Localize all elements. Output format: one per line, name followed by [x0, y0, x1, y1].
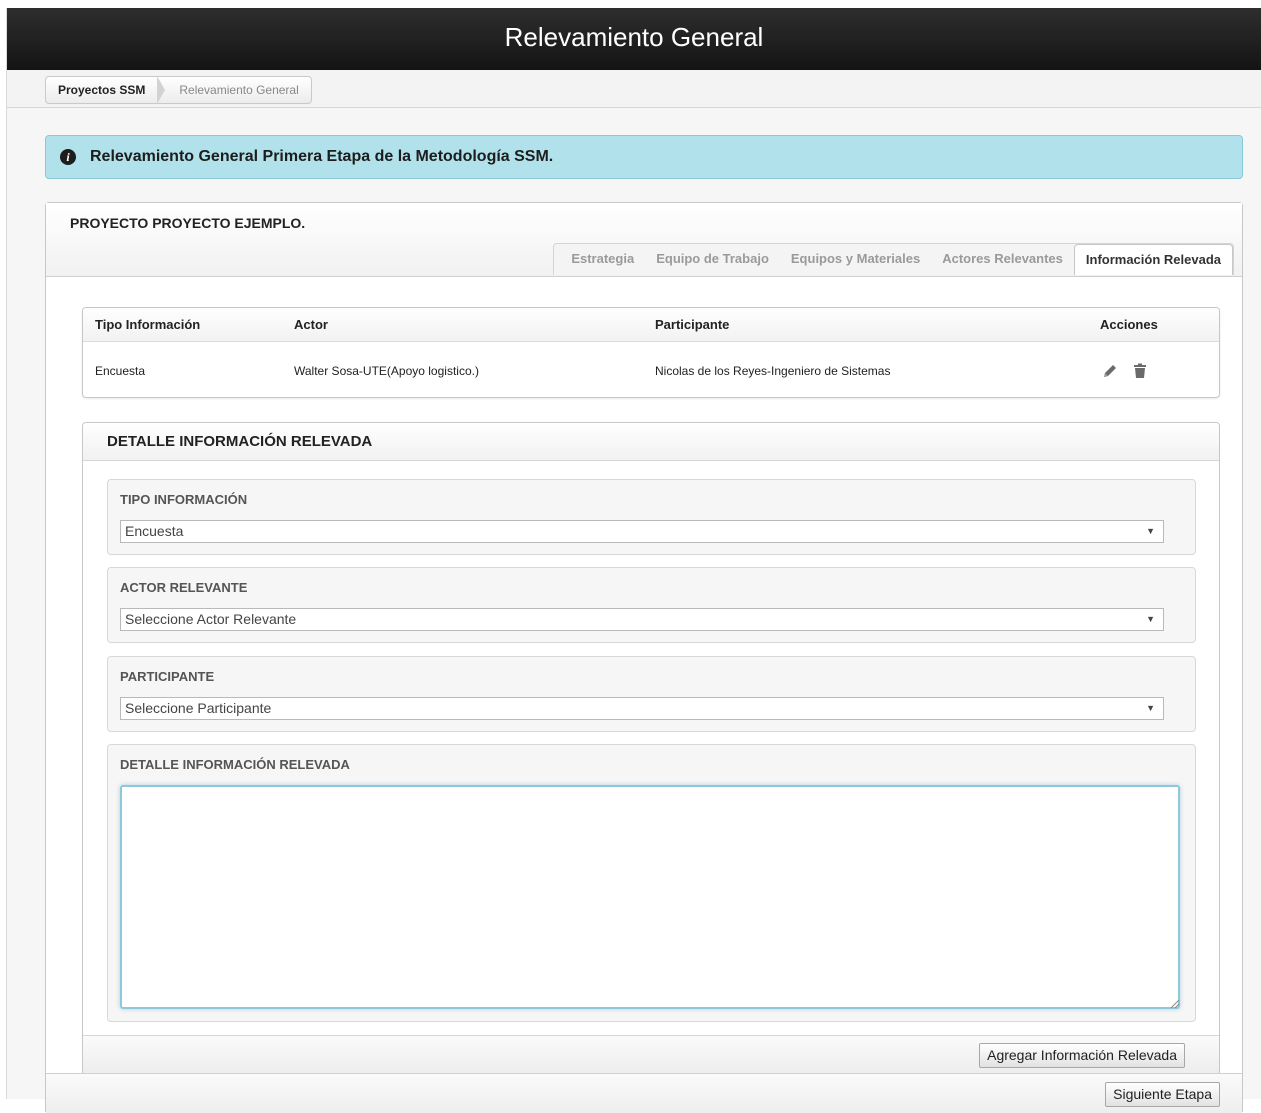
fieldset-tipo-informacion: TIPO INFORMACIÓN Encuesta ▼ [107, 479, 1196, 555]
actor-relevante-label: ACTOR RELEVANTE [120, 580, 248, 595]
breadcrumb: Proyectos SSM Relevamiento General [45, 76, 312, 104]
resize-grip-icon[interactable] [1170, 999, 1180, 1009]
tab-bar: Estrategia Equipo de Trabajo Equipos y M… [553, 243, 1234, 275]
tipo-informacion-label: TIPO INFORMACIÓN [120, 492, 248, 507]
breadcrumb-item-relevamiento: Relevamiento General [179, 83, 299, 97]
tab-informacion-relevada[interactable]: Información Relevada [1073, 244, 1233, 275]
tab-estrategia[interactable]: Estrategia [560, 244, 645, 275]
detalle-label: DETALLE INFORMACIÓN RELEVADA [120, 757, 350, 772]
participante-value: Seleccione Participante [125, 700, 272, 716]
cell-acciones [1101, 342, 1149, 397]
tipo-informacion-value: Encuesta [125, 523, 184, 539]
dropdown-arrow-icon: ▼ [1146, 526, 1155, 536]
fieldset-detalle: DETALLE INFORMACIÓN RELEVADA [107, 744, 1196, 1022]
detail-footer: Agregar Información Relevada [83, 1035, 1219, 1077]
cell-participante: Nicolas de los Reyes-Ingeniero de Sistem… [655, 364, 891, 378]
dropdown-arrow-icon: ▼ [1146, 614, 1155, 624]
info-table: Tipo Información Actor Participante Acci… [82, 307, 1220, 398]
project-footer: Siguiente Etapa [46, 1073, 1242, 1113]
detalle-textarea[interactable] [120, 785, 1180, 1009]
project-panel: PROYECTO PROYECTO EJEMPLO. Estrategia Eq… [45, 202, 1243, 1113]
pencil-icon[interactable] [1101, 362, 1119, 380]
column-header-tipo: Tipo Información [95, 317, 201, 332]
actor-relevante-select[interactable]: Seleccione Actor Relevante ▼ [120, 608, 1164, 631]
breadcrumb-bar: Proyectos SSM Relevamiento General [7, 70, 1261, 108]
table-header-row: Tipo Información Actor Participante Acci… [83, 308, 1219, 342]
info-circle-icon: i [60, 149, 76, 165]
table-row: Encuesta Walter Sosa-UTE(Apoyo logistico… [83, 342, 1219, 397]
project-title: PROYECTO PROYECTO EJEMPLO. [70, 215, 306, 231]
trash-icon[interactable] [1131, 362, 1149, 380]
actor-relevante-value: Seleccione Actor Relevante [125, 611, 297, 627]
participante-select[interactable]: Seleccione Participante ▼ [120, 697, 1164, 720]
info-alert: i Relevamiento General Primera Etapa de … [45, 135, 1243, 179]
tab-equipos-y-materiales[interactable]: Equipos y Materiales [780, 244, 931, 275]
detail-panel-title: DETALLE INFORMACIÓN RELEVADA [83, 423, 1219, 461]
tab-equipo-de-trabajo[interactable]: Equipo de Trabajo [645, 244, 780, 275]
cell-tipo: Encuesta [95, 364, 146, 378]
app-header: Relevamiento General [7, 8, 1261, 70]
tipo-informacion-select[interactable]: Encuesta ▼ [120, 520, 1164, 543]
column-header-participante: Participante [655, 317, 730, 332]
participante-label: PARTICIPANTE [120, 669, 215, 684]
page-title: Relevamiento General [504, 22, 764, 52]
page: Relevamiento General Proyectos SSM Relev… [6, 8, 1261, 1113]
detail-panel: DETALLE INFORMACIÓN RELEVADA TIPO INFORM… [82, 422, 1220, 1078]
next-stage-button[interactable]: Siguiente Etapa [1105, 1082, 1220, 1107]
column-header-actor: Actor [294, 317, 328, 332]
fieldset-participante: PARTICIPANTE Seleccione Participante ▼ [107, 656, 1196, 732]
info-message: Relevamiento General Primera Etapa de la… [90, 148, 554, 165]
breadcrumb-item-proyectos[interactable]: Proyectos SSM [46, 77, 157, 103]
add-informacion-button[interactable]: Agregar Información Relevada [979, 1043, 1185, 1068]
tab-actores-relevantes[interactable]: Actores Relevantes [931, 244, 1074, 275]
cell-actor: Walter Sosa-UTE(Apoyo logistico.) [294, 364, 479, 378]
breadcrumb-separator-icon [157, 76, 166, 104]
fieldset-actor-relevante: ACTOR RELEVANTE Seleccione Actor Relevan… [107, 567, 1196, 643]
project-header: PROYECTO PROYECTO EJEMPLO. Estrategia Eq… [46, 203, 1242, 277]
column-header-acciones: Acciones [1100, 317, 1158, 332]
dropdown-arrow-icon: ▼ [1146, 703, 1155, 713]
